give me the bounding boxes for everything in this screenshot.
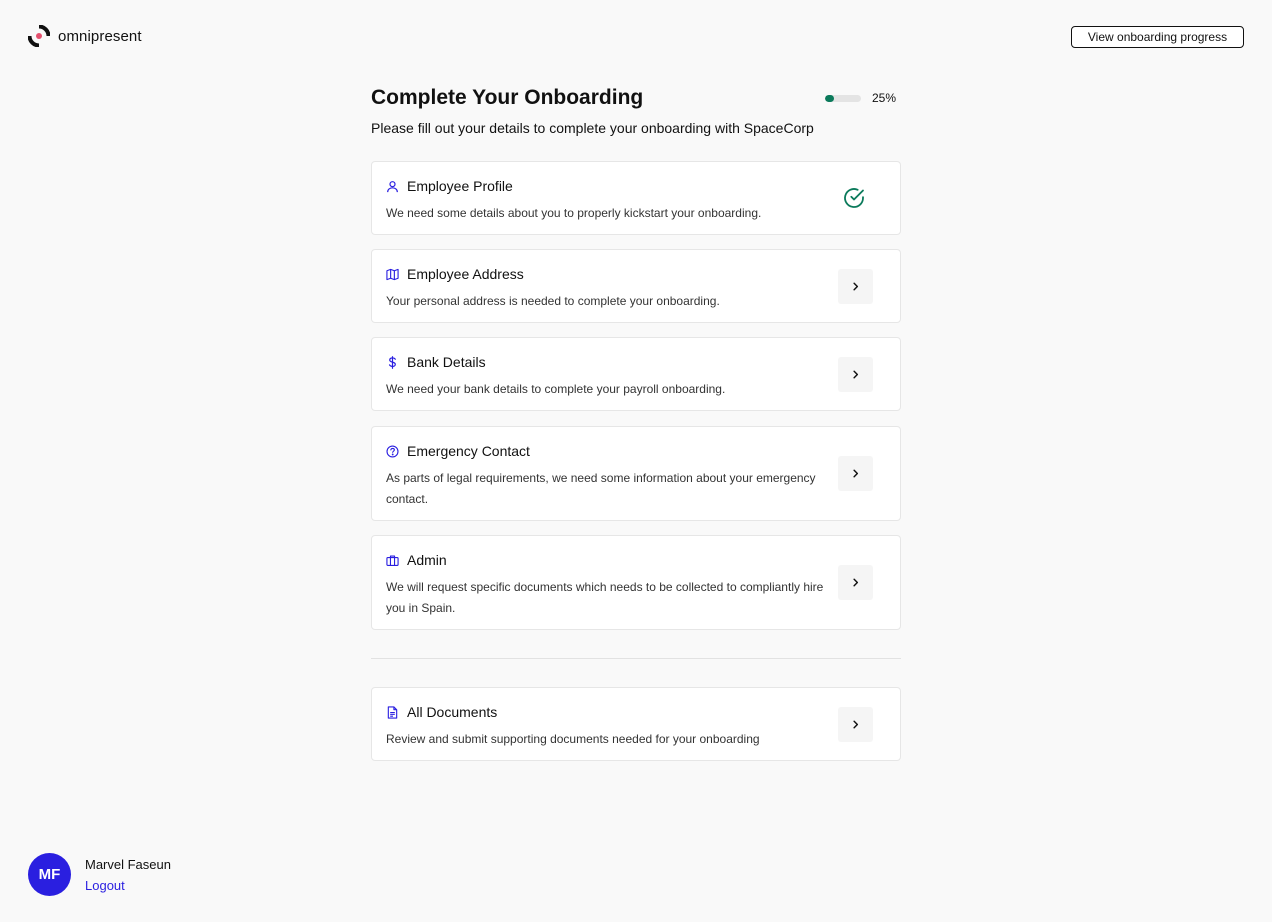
open-all-documents-button[interactable]: [838, 707, 873, 742]
question-circle-icon: [386, 444, 399, 458]
chevron-right-icon: [853, 282, 859, 291]
briefcase-icon: [386, 554, 399, 567]
step-card-bank-details[interactable]: Bank Details We need your bank details t…: [371, 337, 901, 411]
step-card-emergency-contact[interactable]: Emergency Contact As parts of legal requ…: [371, 426, 901, 521]
step-description: As parts of legal requirements, we need …: [386, 471, 816, 506]
step-card-employee-profile[interactable]: Employee Profile We need some details ab…: [371, 161, 901, 235]
step-card-admin[interactable]: Admin We will request specific documents…: [371, 535, 901, 630]
chevron-right-icon: [853, 720, 859, 729]
step-description: We need your bank details to complete yo…: [386, 382, 726, 396]
open-emergency-contact-button[interactable]: [838, 456, 873, 491]
dollar-icon: [386, 355, 399, 369]
chevron-right-icon: [853, 578, 859, 587]
open-employee-address-button[interactable]: [838, 269, 873, 304]
user-panel: MF Marvel Faseun Logout: [28, 853, 171, 896]
brand-name: omnipresent: [58, 27, 142, 45]
step-title: Admin: [407, 552, 447, 568]
step-title: Emergency Contact: [407, 443, 530, 459]
progress-percent: 25%: [871, 91, 896, 105]
step-title: Bank Details: [407, 354, 486, 370]
map-icon: [386, 268, 399, 281]
chevron-right-icon: [853, 370, 859, 379]
step-description: We will request specific documents which…: [386, 580, 824, 615]
page-title: Complete Your Onboarding: [371, 86, 644, 109]
view-onboarding-progress-button[interactable]: View onboarding progress: [1071, 26, 1244, 48]
documents-title: All Documents: [407, 704, 498, 720]
section-divider: [371, 658, 901, 659]
open-bank-details-button[interactable]: [838, 357, 873, 392]
chevron-right-icon: [853, 469, 859, 478]
avatar[interactable]: MF: [28, 853, 71, 896]
step-description: Your personal address is needed to compl…: [386, 294, 720, 308]
user-icon: [386, 180, 399, 193]
documents-card[interactable]: All Documents Review and submit supporti…: [371, 687, 901, 761]
step-description: We need some details about you to proper…: [386, 206, 762, 220]
progress-bar: [824, 94, 861, 102]
onboarding-progress: 25%: [824, 91, 896, 105]
user-name: Marvel Faseun: [85, 856, 171, 872]
documents-description: Review and submit supporting documents n…: [386, 732, 760, 746]
omnipresent-logo-icon: [28, 25, 50, 47]
check-circle-icon: [844, 188, 864, 208]
onboarding-panel: Complete Your Onboarding 25% Please fill…: [371, 84, 901, 761]
step-card-employee-address[interactable]: Employee Address Your personal address i…: [371, 249, 901, 323]
page-subtitle: Please fill out your details to complete…: [371, 120, 814, 136]
brand-logo[interactable]: omnipresent: [28, 25, 142, 47]
step-title: Employee Profile: [407, 178, 513, 194]
open-admin-button[interactable]: [838, 565, 873, 600]
progress-bar-fill: [824, 94, 834, 102]
step-title: Employee Address: [407, 266, 524, 282]
onboarding-header: Complete Your Onboarding 25%: [371, 84, 901, 112]
document-icon: [386, 705, 399, 719]
logout-link[interactable]: Logout: [85, 878, 171, 893]
